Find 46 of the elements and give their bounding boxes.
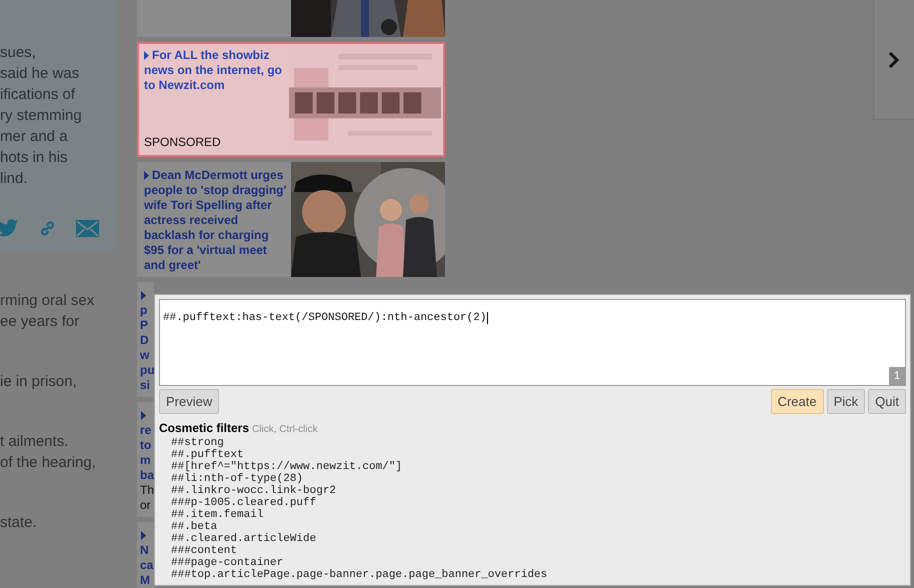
story-puff[interactable]: re to m ba Th or — [137, 402, 154, 517]
section-hint: Click, Ctrl-click — [252, 423, 318, 437]
puff-headline[interactable]: Dean McDermott urges people to 'stop dragging' wife Tori Spelling after actress received backlash for charging $95 for a 'virtual meet and greet' — [144, 168, 291, 273]
filter-item[interactable]: ##.linkro-wocc.link-bogr2 — [171, 485, 336, 497]
filter-item[interactable]: ###page-container — [171, 557, 284, 569]
chevron-right-icon[interactable] — [888, 50, 900, 68]
match-count: 1 — [889, 367, 905, 385]
filter-item[interactable]: ###content — [171, 545, 238, 557]
link-icon[interactable] — [39, 220, 56, 236]
puff-headline[interactable]: re to m ba — [140, 423, 154, 483]
story-puff[interactable]: p P D w pu si — [137, 282, 154, 397]
triangle-icon — [141, 531, 146, 540]
triangle-icon — [144, 51, 149, 60]
section-title: Cosmetic filters — [159, 422, 250, 435]
filter-input[interactable]: ##.pufftext:has-text(/SPONSORED/):nth-ancestor(2) 1 — [159, 299, 906, 386]
picker-button[interactable]: Create — [770, 389, 824, 414]
picker-button[interactable]: Quit — [868, 389, 906, 414]
filter-item[interactable]: ##li:nth-of-type(28) — [171, 473, 304, 485]
puff-headline[interactable]: p P D w pu si — [140, 303, 154, 393]
filter-item[interactable]: ##.pufftext — [171, 449, 244, 461]
bird-icon[interactable] — [0, 219, 18, 237]
story-puff[interactable]: N ca M — [137, 522, 154, 588]
filter-item[interactable]: ##strong — [171, 437, 224, 449]
puff-headline[interactable]: For ALL the showbiz news on the internet, go to Newzit.com — [144, 48, 289, 93]
picker-button[interactable]: Preview — [159, 389, 220, 414]
puff-headline[interactable]: N ca M — [140, 543, 154, 588]
mail-icon[interactable] — [76, 220, 99, 236]
article-paragraph: rming oral sex ee years for — [0, 291, 96, 332]
triangle-icon — [141, 291, 146, 300]
story-puff[interactable]: Dean McDermott urges people to 'stop dragging' wife Tori Spelling after actress received backlash for charging $95 for a 'virtual meet and greet' — [137, 162, 445, 277]
filter-item[interactable]: ###p-1005.cleared.puff — [171, 497, 316, 509]
article-paragraph: sues, said he was ifications of ry stemming mer and a hots in his lind. — [0, 43, 83, 189]
highlighted-puff[interactable]: For ALL the showbiz news on the internet, go to Newzit.com SPONSORED — [137, 42, 445, 157]
sponsored-label: SPONSORED — [144, 134, 222, 151]
triangle-icon — [141, 411, 146, 420]
filter-item[interactable]: ###top.articlePage.page-banner.page.page_banner_overrides — [171, 569, 548, 581]
filter-item[interactable]: ##.beta — [171, 521, 218, 533]
article-paragraph: t ailments. of the hearing, — [0, 432, 97, 473]
filter-item[interactable]: ##.cleared.articleWide — [171, 533, 316, 545]
picker-button[interactable]: Pick — [826, 389, 866, 414]
triangle-icon — [144, 171, 149, 180]
filter-item[interactable]: ##.item.femail — [171, 509, 264, 521]
puff-text: Th or — [140, 483, 154, 513]
article-paragraph: state. — [0, 513, 38, 533]
filter-item[interactable]: ##[href^="https://www.newzit.com/"] — [171, 461, 402, 473]
article-paragraph: ie in prison, — [0, 372, 78, 392]
